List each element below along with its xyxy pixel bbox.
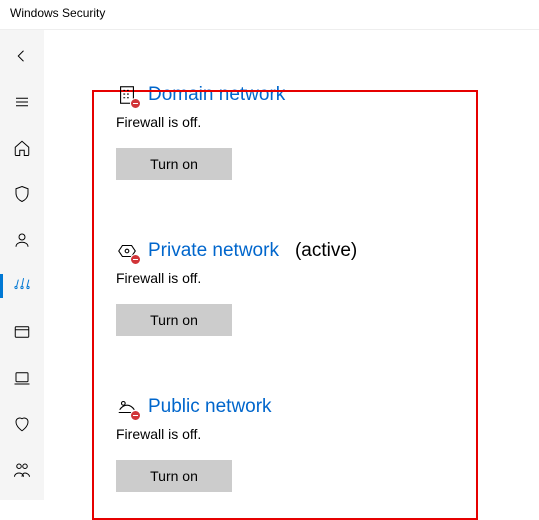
home-icon: [13, 139, 31, 157]
sidebar-item-family[interactable]: [0, 450, 44, 490]
network-section-public: Public network Firewall is off. Turn on: [116, 396, 539, 492]
heart-icon: [13, 415, 31, 433]
main-content: Domain network Firewall is off. Turn on …: [44, 30, 539, 500]
back-button[interactable]: [0, 36, 44, 76]
firewall-icon: [13, 277, 31, 295]
active-label: (active): [295, 240, 357, 262]
private-network-icon: [116, 240, 138, 262]
sidebar-item-virus[interactable]: [0, 174, 44, 214]
window-title: Windows Security: [0, 0, 539, 30]
private-network-link[interactable]: Private network: [148, 240, 279, 262]
public-turn-on-button[interactable]: Turn on: [116, 460, 232, 492]
network-section-private: Private network (active) Firewall is off…: [116, 240, 539, 336]
menu-button[interactable]: [0, 82, 44, 122]
sidebar-item-account[interactable]: [0, 220, 44, 260]
status-off-icon: [130, 254, 141, 265]
domain-network-link[interactable]: Domain network: [148, 84, 285, 106]
shield-icon: [13, 185, 31, 203]
sidebar-item-home[interactable]: [0, 128, 44, 168]
app-browser-icon: [13, 323, 31, 341]
sidebar-item-device-health[interactable]: [0, 404, 44, 444]
private-turn-on-button[interactable]: Turn on: [116, 304, 232, 336]
network-section-domain: Domain network Firewall is off. Turn on: [116, 84, 539, 180]
domain-turn-on-button[interactable]: Turn on: [116, 148, 232, 180]
domain-network-icon: [116, 84, 138, 106]
person-icon: [13, 231, 31, 249]
back-arrow-icon: [13, 47, 31, 65]
domain-status-text: Firewall is off.: [116, 114, 539, 130]
sidebar: [0, 30, 44, 500]
public-status-text: Firewall is off.: [116, 426, 539, 442]
private-status-text: Firewall is off.: [116, 270, 539, 286]
sidebar-item-firewall[interactable]: [0, 266, 44, 306]
status-off-icon: [130, 410, 141, 421]
public-network-link[interactable]: Public network: [148, 396, 272, 418]
public-network-icon: [116, 396, 138, 418]
sidebar-item-device-security[interactable]: [0, 358, 44, 398]
family-icon: [13, 461, 31, 479]
hamburger-icon: [13, 93, 31, 111]
status-off-icon: [130, 98, 141, 109]
sidebar-item-app-browser[interactable]: [0, 312, 44, 352]
device-security-icon: [13, 369, 31, 387]
